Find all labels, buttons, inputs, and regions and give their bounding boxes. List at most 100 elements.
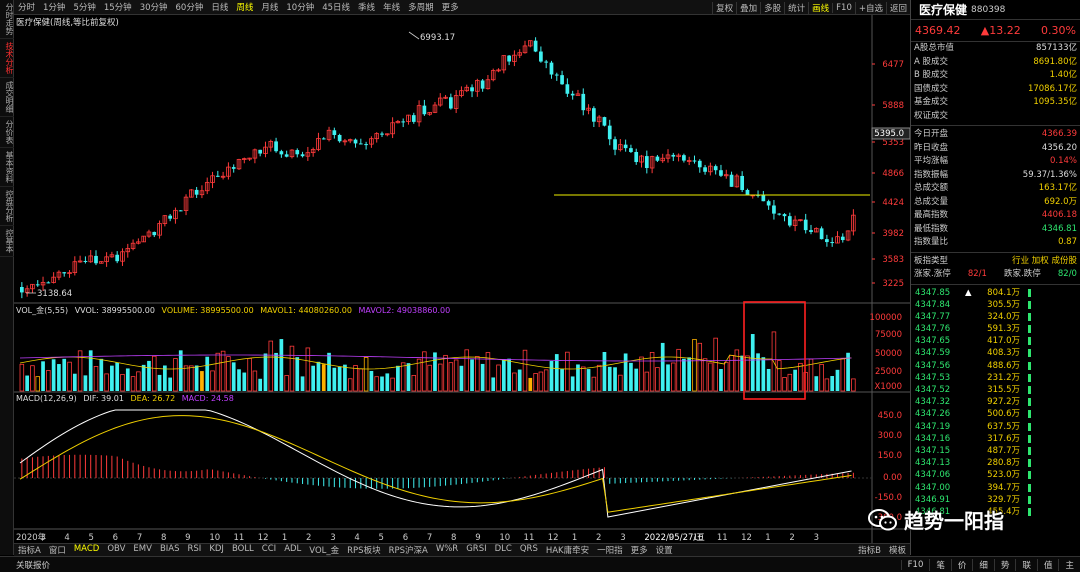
period-tab-11[interactable]: 季线 — [354, 1, 379, 13]
indicator-tab-7[interactable]: KDJ — [205, 544, 228, 556]
volume-bar — [152, 355, 157, 392]
indicator-right-tab-0[interactable]: 指标B — [854, 544, 885, 556]
time-axis-label: 12 — [548, 533, 559, 543]
volume-bar — [72, 373, 77, 391]
volume-bar — [682, 358, 686, 391]
time-axis-label: 4 — [354, 533, 359, 543]
indicator-tab-21[interactable]: 设置 — [652, 544, 677, 556]
status-button-5[interactable]: 联 — [1015, 559, 1037, 571]
indicator-tab-13[interactable]: RPS沪深A — [385, 544, 432, 556]
toolbar-button-3[interactable]: 统计 — [784, 1, 808, 14]
candle-body — [353, 139, 358, 144]
indicator-tab-16[interactable]: DLC — [491, 544, 516, 556]
current-price-label: 5395.0 — [874, 129, 904, 139]
left-tab-3[interactable]: 分价表 — [0, 117, 14, 148]
indicator-tab-17[interactable]: QRS — [516, 544, 542, 556]
status-button-3[interactable]: 细 — [972, 559, 994, 571]
period-tab-0[interactable]: 分时 — [14, 1, 39, 13]
volume-bar — [565, 351, 570, 392]
indicator-tab-1[interactable]: 窗口 — [45, 544, 70, 556]
volume-bar — [771, 331, 777, 392]
left-tab-2[interactable]: 成交明细 — [0, 78, 14, 117]
stat-value: 4346.81 — [1041, 223, 1077, 234]
candle-body — [697, 160, 702, 168]
candle-body — [644, 156, 649, 169]
indicator-tab-8[interactable]: BOLL — [228, 544, 258, 556]
period-tab-13[interactable]: 多周期 — [404, 1, 438, 13]
status-button-6[interactable]: 值 — [1036, 559, 1059, 571]
turnover-label: 权证成交 — [914, 110, 949, 121]
indicator-tab-2[interactable]: MACD — [70, 544, 103, 556]
toolbar-button-7[interactable]: 返回 — [885, 1, 910, 14]
linked-quote-label[interactable]: 关联报价 — [0, 559, 50, 571]
indicator-tab-12[interactable]: RPS板块 — [343, 544, 384, 556]
indicator-tab-14[interactable]: W%R — [432, 544, 462, 556]
indicator-right-tab-1[interactable]: 模板 — [885, 544, 910, 556]
status-button-4[interactable]: 势 — [993, 559, 1016, 571]
volume-mavol1: MAVOL1: 44080260.00 — [260, 306, 352, 315]
price-change-percent: 0.30% — [1041, 24, 1076, 37]
period-tab-10[interactable]: 45日线 — [318, 1, 354, 13]
toolbar-button-1[interactable]: 叠加 — [736, 1, 760, 14]
candle-body — [358, 143, 363, 145]
price-axis-label: 3225 — [882, 279, 904, 289]
status-button-1[interactable]: 笔 — [929, 559, 951, 571]
toolbar-button-4[interactable]: 画线 — [808, 1, 832, 14]
toolbar-button-2[interactable]: 多股 — [760, 1, 784, 14]
volume-bar — [639, 356, 644, 392]
period-tab-2[interactable]: 5分钟 — [69, 1, 99, 13]
market-turnover-list: A股总市值 857133亿 A 股成交 8691.80亿 B 股成交 1.40亿 国债成交 1… — [911, 42, 1080, 123]
period-tab-12[interactable]: 年线 — [379, 1, 404, 13]
price-axis-label: 4866 — [882, 169, 904, 179]
tick-list[interactable]: 4347.85 ▲ 804.1万 4347.84 305.5万 4347.77 324.0万… — [911, 287, 1080, 519]
period-tab-3[interactable]: 15分钟 — [100, 1, 136, 13]
toolbar-button-0[interactable]: 复权 — [712, 1, 736, 14]
candle-body — [115, 254, 120, 262]
period-tab-5[interactable]: 60分钟 — [172, 1, 208, 13]
toolbar-button-5[interactable]: F10 — [832, 2, 855, 13]
volume-bar — [501, 359, 506, 391]
indicator-tab-18[interactable]: HAK庸牵安 — [542, 544, 593, 556]
status-button-0[interactable]: F10 — [900, 560, 930, 570]
indicator-tab-3[interactable]: OBV — [103, 544, 129, 556]
volume-bar — [719, 368, 723, 391]
period-tab-4[interactable]: 30分钟 — [136, 1, 172, 13]
indicator-tab-11[interactable]: VOL_金 — [305, 544, 343, 556]
indicator-tab-9[interactable]: CCI — [258, 544, 280, 556]
period-tab-6[interactable]: 日线 — [207, 1, 232, 13]
indicator-tab-6[interactable]: RSI — [184, 544, 206, 556]
tick-arrow — [965, 445, 975, 457]
indicator-tab-4[interactable]: EMV — [129, 544, 156, 556]
board-type-value[interactable]: 行业 加权 成份股 — [1012, 255, 1077, 269]
toolbar-button-6[interactable]: +自选 — [854, 1, 886, 14]
left-tab-6[interactable]: 控基本 — [0, 226, 14, 257]
candle-body — [422, 105, 427, 115]
indicator-tab-0[interactable]: 指标A — [14, 544, 45, 556]
volume-bar — [247, 358, 252, 392]
period-tab-14[interactable]: 更多 — [438, 1, 463, 13]
candle-body — [682, 155, 686, 161]
indicator-tab-10[interactable]: ADL — [280, 544, 305, 556]
tick-bar — [1028, 398, 1031, 407]
period-tab-7[interactable]: 周线 — [232, 1, 257, 13]
kline-chart[interactable]: 647758885353486644243982358332255395.069… — [14, 15, 911, 543]
period-tab-9[interactable]: 10分钟 — [282, 1, 318, 13]
left-tab-0[interactable]: 分时走势 — [0, 0, 14, 39]
indicator-tab-20[interactable]: 更多 — [627, 544, 652, 556]
period-tab-1[interactable]: 1分钟 — [39, 1, 69, 13]
indicator-tab-15[interactable]: GRSI — [462, 544, 490, 556]
tick-volume: 488.6万 — [987, 360, 1020, 371]
left-tab-1[interactable]: 技术分析 — [0, 39, 14, 78]
period-tab-8[interactable]: 月线 — [257, 1, 282, 13]
candle-body — [321, 138, 326, 140]
left-tab-5[interactable]: 控盘分析 — [0, 187, 14, 226]
candle-body — [655, 156, 660, 161]
candle-body — [178, 210, 183, 212]
indicator-tab-19[interactable]: 一阳指 — [593, 544, 627, 556]
status-button-7[interactable]: 主 — [1058, 559, 1080, 571]
volume-bar — [289, 345, 295, 392]
left-tab-4[interactable]: 基本资料 — [0, 148, 14, 187]
indicator-tab-5[interactable]: BIAS — [156, 544, 184, 556]
status-button-2[interactable]: 价 — [950, 559, 973, 571]
up-count-label: 涨家.涨停 — [914, 269, 951, 279]
